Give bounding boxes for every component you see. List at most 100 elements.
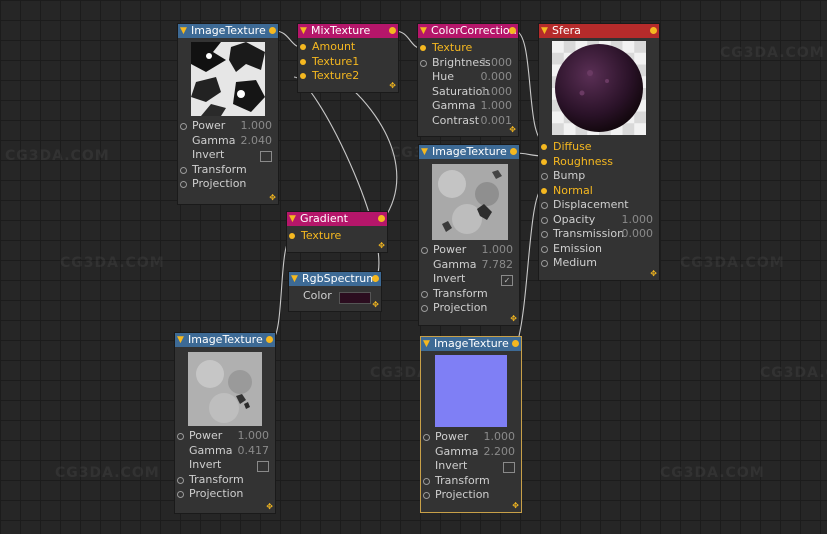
input-port[interactable] — [423, 492, 430, 499]
input-port[interactable] — [177, 476, 184, 484]
output-port[interactable] — [378, 215, 385, 222]
brightness-row[interactable]: Brightness 1.000 — [418, 56, 518, 71]
collapse-triangle-icon[interactable]: ▼ — [423, 337, 430, 351]
invert-checkbox[interactable] — [260, 151, 272, 162]
collapse-triangle-icon[interactable]: ▼ — [420, 24, 427, 38]
gamma-value[interactable]: 7.782 — [482, 258, 514, 273]
hue-row[interactable]: Hue 0.000 — [418, 70, 518, 85]
input-port[interactable] — [300, 73, 306, 79]
power-value[interactable]: 1.000 — [241, 119, 273, 134]
amount-row[interactable]: Amount — [298, 40, 398, 55]
output-port[interactable] — [510, 148, 517, 155]
color-correction-node[interactable]: ▼ ColorCorrection Texture Brightness 1.00… — [418, 24, 518, 136]
gamma-value[interactable]: 0.417 — [238, 444, 270, 459]
power-row[interactable]: Power 1.000 — [419, 243, 519, 258]
transform-row[interactable]: Transform — [421, 474, 521, 489]
resize-handle-icon[interactable]: ✥ — [509, 126, 516, 134]
saturation-row[interactable]: Saturation 1.000 — [418, 85, 518, 100]
projection-row[interactable]: Projection — [175, 487, 275, 502]
output-port[interactable] — [389, 27, 396, 34]
invert-checkbox[interactable] — [503, 462, 515, 473]
input-port[interactable] — [541, 158, 547, 165]
input-port[interactable] — [177, 433, 184, 440]
normal-row[interactable]: Normal — [539, 184, 659, 199]
color-swatch[interactable] — [339, 292, 371, 304]
resize-handle-icon[interactable]: ✥ — [378, 242, 385, 250]
invert-row[interactable]: Invert — [175, 458, 275, 473]
input-port[interactable] — [180, 181, 187, 188]
input-port[interactable] — [541, 245, 548, 253]
medium-row[interactable]: Medium — [539, 256, 659, 271]
transmission-row[interactable]: Transmission 0.000 — [539, 227, 659, 242]
rgb-spectrum-node[interactable]: ▼ RgbSpectrum Color ✥ — [289, 272, 381, 311]
resize-handle-icon[interactable]: ✥ — [510, 315, 517, 323]
input-port[interactable] — [420, 45, 426, 51]
displacement-row[interactable]: Displacement — [539, 198, 659, 213]
resize-handle-icon[interactable]: ✥ — [389, 82, 396, 90]
image-texture-node-4[interactable]: ▼ ImageTexture Power 1.000 Gamma 2.200 Inv… — [420, 336, 522, 513]
collapse-triangle-icon[interactable]: ▼ — [291, 272, 298, 286]
invert-row[interactable]: Invert — [421, 459, 521, 474]
output-port[interactable] — [269, 27, 276, 34]
texture-row[interactable]: Texture — [287, 229, 387, 244]
input-port[interactable] — [300, 44, 306, 50]
output-port[interactable] — [509, 27, 516, 34]
gradient-node[interactable]: ▼ Gradient Texture ✥ — [287, 212, 387, 252]
contrast-row[interactable]: Contrast 0.001 — [418, 114, 518, 129]
invert-row[interactable]: Invert — [178, 148, 278, 163]
power-row[interactable]: Power 1.000 — [175, 429, 275, 444]
hue-value[interactable]: 0.000 — [481, 70, 513, 85]
input-port[interactable] — [541, 144, 547, 150]
output-port[interactable] — [266, 336, 273, 343]
node-header[interactable]: ▼ MixTexture — [298, 24, 398, 38]
collapse-triangle-icon[interactable]: ▼ — [180, 24, 187, 38]
power-value[interactable]: 1.000 — [484, 430, 516, 445]
opacity-value[interactable]: 1.000 — [622, 213, 654, 228]
gamma-value[interactable]: 1.000 — [481, 99, 513, 114]
input-port[interactable] — [541, 216, 548, 224]
input-port[interactable] — [541, 173, 548, 180]
resize-handle-icon[interactable]: ✥ — [269, 194, 276, 202]
node-header[interactable]: ▼ Sfera — [539, 24, 659, 38]
brightness-value[interactable]: 1.000 — [481, 56, 513, 71]
collapse-triangle-icon[interactable]: ▼ — [300, 24, 307, 38]
saturation-value[interactable]: 1.000 — [481, 85, 513, 100]
power-row[interactable]: Power 1.000 — [178, 119, 278, 134]
input-port[interactable] — [180, 123, 187, 130]
roughness-row[interactable]: Roughness — [539, 155, 659, 170]
mix-texture-node[interactable]: ▼ MixTexture Amount Texture1 Texture2 ✥ — [298, 24, 398, 92]
gamma-row[interactable]: Gamma 1.000 — [418, 99, 518, 114]
invert-checkbox[interactable]: ✓ — [501, 275, 513, 286]
color-row[interactable]: Color — [289, 289, 381, 304]
input-port[interactable] — [300, 58, 306, 65]
input-port[interactable] — [423, 434, 430, 441]
input-port[interactable] — [420, 59, 427, 67]
resize-handle-icon[interactable]: ✥ — [266, 503, 273, 511]
node-header[interactable]: ▼ ImageTexture — [178, 24, 278, 38]
transform-row[interactable]: Transform — [175, 473, 275, 488]
collapse-triangle-icon[interactable]: ▼ — [421, 145, 428, 159]
gamma-row[interactable]: Gamma 2.040 — [178, 134, 278, 149]
emission-row[interactable]: Emission — [539, 242, 659, 257]
power-value[interactable]: 1.000 — [238, 429, 270, 444]
input-port[interactable] — [177, 491, 184, 498]
resize-handle-icon[interactable]: ✥ — [372, 301, 379, 309]
collapse-triangle-icon[interactable]: ▼ — [289, 212, 296, 226]
opacity-row[interactable]: Opacity 1.000 — [539, 213, 659, 228]
input-port[interactable] — [421, 247, 428, 254]
node-header[interactable]: ▼ ColorCorrection — [418, 24, 518, 38]
output-port[interactable] — [650, 27, 657, 34]
input-port[interactable] — [423, 477, 430, 485]
contrast-value[interactable]: 0.001 — [481, 114, 513, 129]
node-header[interactable]: ▼ ImageTexture — [421, 337, 521, 351]
diffuse-row[interactable]: Diffuse — [539, 140, 659, 155]
output-port[interactable] — [372, 275, 379, 282]
collapse-triangle-icon[interactable]: ▼ — [177, 333, 184, 347]
invert-checkbox[interactable] — [257, 461, 269, 472]
image-texture-node-2[interactable]: ▼ ImageTexture Power 1.000 Gamma 7.782 Inv… — [419, 145, 519, 325]
gamma-value[interactable]: 2.040 — [241, 134, 273, 149]
gamma-row[interactable]: Gamma 0.417 — [175, 444, 275, 459]
image-texture-node-1[interactable]: ▼ ImageTexture Power 1.000 Gamma 2.040 Inv… — [178, 24, 278, 204]
bump-row[interactable]: Bump — [539, 169, 659, 184]
input-port[interactable] — [541, 187, 547, 194]
